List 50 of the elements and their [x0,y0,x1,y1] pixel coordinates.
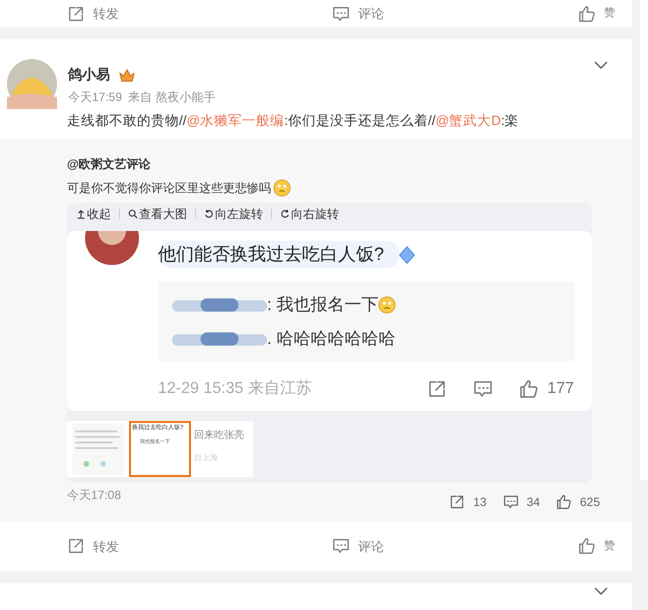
repost-time[interactable]: 今天17:08 [67,486,122,504]
comment-button[interactable]: 评论 [332,536,384,556]
thumbs-up-icon [578,4,596,23]
like-button[interactable]: 赞 [578,537,615,556]
post-source: 来自 熬夜小能手 [128,89,216,106]
share-icon [449,494,466,510]
thumbs-up-icon [556,494,572,510]
toolbar-button[interactable]: 收起 [76,205,111,224]
toolbar-button[interactable]: 向右旋转 [280,205,339,224]
avatar [7,59,57,110]
author-name[interactable]: 鸽小易 [68,64,110,86]
post-text: 走线都不敢的贵物//@水獭军一般编:你们是没手还是怎么着//@蟹武大D:楽 [67,112,520,130]
share-icon [67,4,85,23]
thumbs-up-icon [578,537,596,556]
repost-button[interactable]: 转发 [67,4,119,24]
rotate-left-icon [204,209,214,220]
repost-button[interactable]: 转发 [67,536,119,556]
chevron-down-icon[interactable] [594,61,608,70]
chevron-down-icon[interactable] [594,587,608,596]
like-count: 177 [547,379,574,400]
thumbnail-title: 回来吃张亮 [194,431,245,442]
repost-text: 可是你不觉得你评论区里这些更悲惨吗 [67,180,271,198]
like-button[interactable]: 赞 [578,4,615,23]
comment-icon [332,4,350,23]
crown-badge-icon [118,68,136,82]
comment-icon [502,494,519,510]
repost-count-button[interactable]: 13 [449,493,487,512]
mention-link[interactable]: @水獭军一般编 [186,113,284,128]
like-count-button[interactable]: 625 [556,493,600,512]
reply-text: : 我也报名一下 [267,294,378,316]
reply-text: . 哈哈哈哈哈哈哈 [267,328,396,350]
thumbs-up-icon [519,379,540,400]
thumbnail[interactable] [67,421,129,478]
comment-button[interactable]: 评论 [332,4,384,24]
share-icon [427,379,448,400]
toolbar-button[interactable]: 查看大图 [128,205,187,224]
upload-icon [76,209,86,220]
share-icon [67,537,85,556]
emoji-icon [273,179,291,198]
toolbar-button[interactable]: 向左旋转 [204,205,263,224]
comment-icon [332,537,350,556]
search-icon [128,209,138,220]
comment-meta: 12-29 15:35 来自江苏 [158,378,312,400]
repost-author[interactable]: @欧粥文艺评论 [67,155,592,174]
post-time[interactable]: 今天17:59 [68,88,122,106]
comment-count-button[interactable]: 34 [502,493,540,512]
comment-text: 他们能否换我过去吃白人饭? [158,241,400,268]
comment-icon [473,379,494,400]
mention-link[interactable]: @蟹武大D [436,113,501,128]
rotate-right-icon [280,209,290,220]
